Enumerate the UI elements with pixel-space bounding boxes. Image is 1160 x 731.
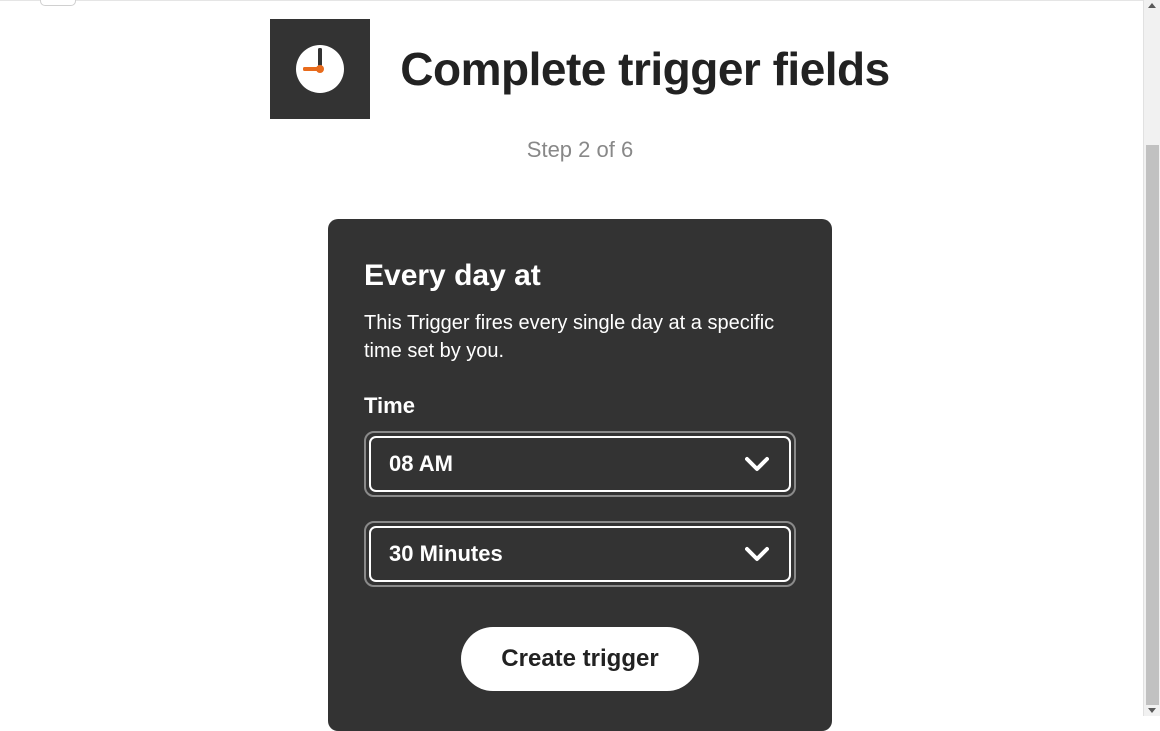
minute-select[interactable]: 30 Minutes (369, 526, 791, 582)
create-trigger-button[interactable]: Create trigger (461, 627, 698, 691)
minute-select-wrapper: 30 Minutes (364, 521, 796, 587)
scrollbar-thumb[interactable] (1146, 145, 1159, 705)
chevron-down-icon (745, 546, 769, 562)
clock-icon (292, 41, 348, 97)
minute-select-value: 30 Minutes (389, 541, 503, 567)
card-description: This Trigger fires every single day at a… (364, 309, 796, 365)
page-title: Complete trigger fields (400, 42, 889, 96)
chevron-down-icon (745, 456, 769, 472)
tab-fragment (40, 0, 76, 6)
card-title: Every day at (364, 259, 796, 293)
hour-select-wrapper: 08 AM (364, 431, 796, 497)
scrollbar-vertical[interactable] (1143, 0, 1160, 716)
time-field-label: Time (364, 393, 796, 419)
page-content: Complete trigger fields Step 2 of 6 Ever… (0, 1, 1160, 731)
hour-select[interactable]: 08 AM (369, 436, 791, 492)
scroll-down-icon[interactable] (1148, 708, 1156, 713)
page-header: Complete trigger fields (270, 19, 889, 119)
scroll-up-icon[interactable] (1148, 3, 1156, 8)
service-icon-tile (270, 19, 370, 119)
hour-select-value: 08 AM (389, 451, 453, 477)
trigger-card: Every day at This Trigger fires every si… (328, 219, 832, 731)
step-indicator: Step 2 of 6 (527, 137, 633, 163)
